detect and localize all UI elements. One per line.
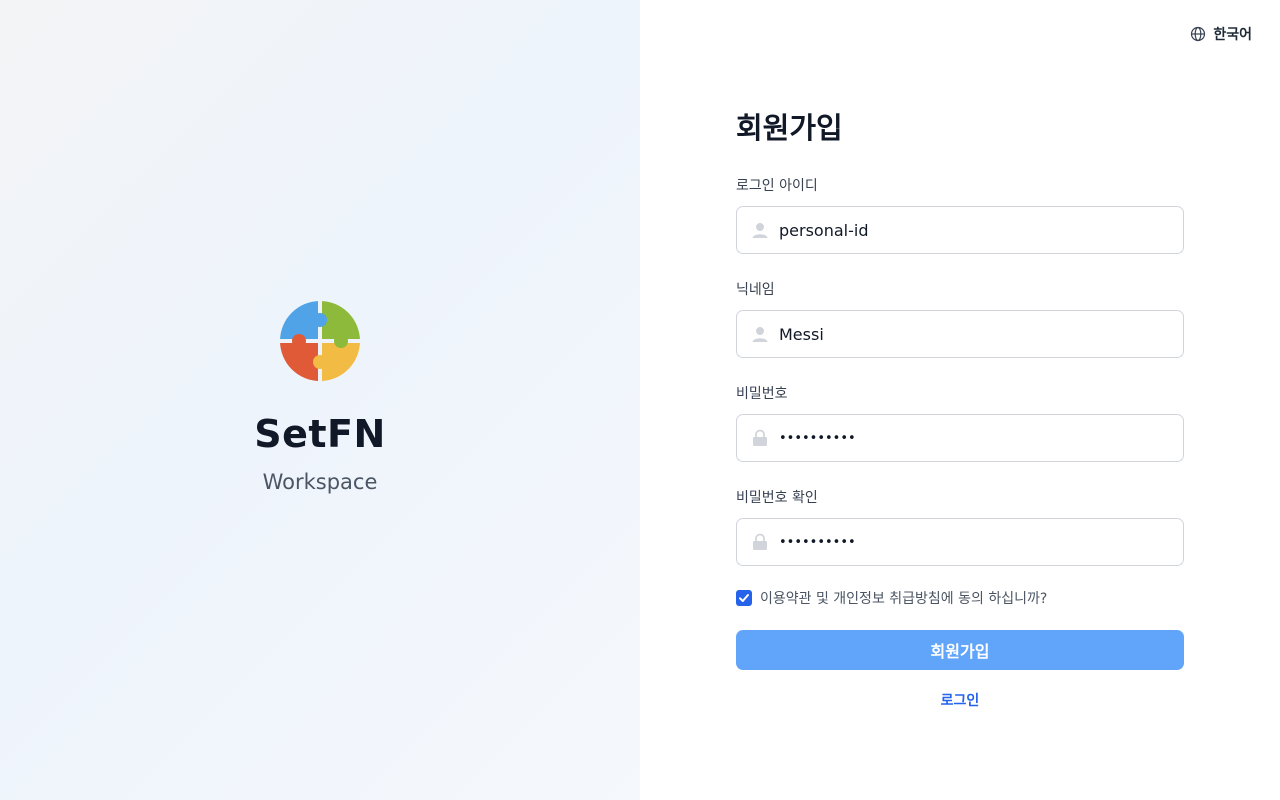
check-icon	[739, 594, 749, 602]
lock-icon	[753, 429, 767, 446]
nickname-label: 닉네임	[736, 282, 775, 298]
brand-block: SetFN Workspace	[0, 300, 640, 494]
user-icon	[752, 223, 768, 238]
terms-agreement: 이용약관 및 개인정보 취급방침에 동의 하십니까?	[736, 588, 1184, 608]
password-label: 비밀번호	[736, 386, 788, 402]
language-label: 한국어	[1213, 27, 1252, 43]
lock-icon	[753, 533, 767, 550]
puzzle-logo-icon	[280, 301, 360, 381]
signup-button[interactable]: 회원가입	[736, 630, 1184, 670]
password-confirm-field[interactable]	[736, 518, 1184, 566]
login-id-label: 로그인 아이디	[736, 178, 818, 194]
terms-label[interactable]: 이용약관 및 개인정보 취급방침에 동의 하십니까?	[760, 588, 1047, 608]
login-id-input[interactable]	[779, 220, 1169, 240]
nickname-field[interactable]	[736, 310, 1184, 358]
page-title: 회원가입	[736, 111, 843, 145]
brand-name: SetFN	[254, 412, 386, 456]
user-icon	[752, 327, 768, 342]
password-input[interactable]	[779, 430, 1169, 446]
language-selector[interactable]: 한국어	[1190, 24, 1252, 44]
password-field[interactable]	[736, 414, 1184, 462]
login-id-field[interactable]	[736, 206, 1184, 254]
signup-form: 회원가입 로그인 아이디 닉네임 비밀번호 비밀번호 확인	[736, 108, 1184, 710]
login-link[interactable]: 로그인	[736, 690, 1184, 710]
terms-checkbox[interactable]	[736, 590, 752, 606]
password-confirm-input[interactable]	[779, 534, 1169, 550]
globe-icon	[1191, 26, 1206, 42]
brand-panel: SetFN Workspace	[0, 0, 640, 800]
signup-panel: 한국어 회원가입 로그인 아이디 닉네임 비밀번호	[640, 0, 1280, 800]
nickname-input[interactable]	[779, 324, 1169, 344]
password-confirm-label: 비밀번호 확인	[736, 490, 818, 506]
brand-subtitle: Workspace	[262, 470, 378, 494]
